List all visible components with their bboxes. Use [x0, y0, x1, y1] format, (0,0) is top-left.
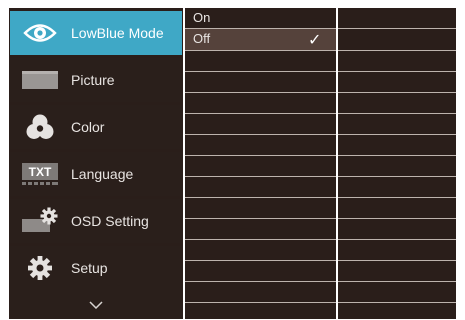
row-divider — [338, 50, 456, 51]
row-divider — [338, 92, 456, 93]
scroll-down-button[interactable] — [10, 290, 182, 319]
chevron-down-icon — [89, 296, 103, 314]
empty-option-row — [185, 93, 336, 114]
language-icon-text: TXT — [29, 165, 52, 179]
menu-item-label: Color — [71, 119, 105, 135]
row-divider — [338, 281, 456, 282]
menu-item-label: LowBlue Mode — [71, 25, 164, 41]
row-divider — [338, 155, 456, 156]
empty-option-row — [185, 198, 336, 219]
menu-item-label: Picture — [71, 72, 115, 88]
eye-icon — [20, 19, 60, 47]
empty-option-row — [185, 135, 336, 156]
row-divider — [338, 239, 456, 240]
option-on[interactable]: On — [185, 8, 336, 29]
empty-option-row — [185, 51, 336, 72]
row-divider — [338, 71, 456, 72]
options-panel: On Off ✓ — [185, 8, 336, 319]
menu-item-lowblue-mode[interactable]: LowBlue Mode — [10, 11, 182, 55]
color-icon — [20, 113, 60, 141]
language-icon: TXT — [20, 160, 60, 188]
empty-option-row — [185, 261, 336, 282]
empty-option-row — [185, 219, 336, 240]
row-divider — [338, 28, 456, 29]
menu-item-color[interactable]: Color — [10, 105, 182, 149]
empty-option-row — [185, 156, 336, 177]
osd-menu: LowBlue Mode Picture Color TXT Language … — [9, 8, 456, 319]
empty-option-row — [185, 240, 336, 261]
empty-option-row — [185, 72, 336, 93]
row-divider — [338, 113, 456, 114]
menu-item-label: OSD Setting — [71, 213, 149, 229]
main-menu: LowBlue Mode Picture Color TXT Language … — [9, 8, 183, 319]
suboptions-panel — [338, 8, 456, 319]
menu-item-label: Language — [71, 166, 134, 182]
gear-icon — [20, 254, 60, 282]
row-divider — [338, 197, 456, 198]
empty-option-row — [185, 177, 336, 198]
osd-setting-icon — [20, 207, 60, 235]
check-icon: ✓ — [308, 32, 322, 49]
menu-item-picture[interactable]: Picture — [10, 58, 182, 102]
option-label: On — [193, 10, 211, 25]
row-divider — [338, 260, 456, 261]
menu-item-osd-setting[interactable]: OSD Setting — [10, 199, 182, 243]
menu-item-language[interactable]: TXT Language — [10, 152, 182, 196]
menu-item-label: Setup — [71, 260, 108, 276]
row-divider — [338, 134, 456, 135]
option-label: Off — [193, 31, 211, 46]
row-divider — [338, 218, 456, 219]
empty-option-row — [185, 114, 336, 135]
picture-icon — [20, 66, 60, 94]
empty-option-row — [185, 282, 336, 303]
option-off[interactable]: Off ✓ — [185, 29, 336, 51]
row-divider — [338, 176, 456, 177]
menu-item-setup[interactable]: Setup — [10, 246, 182, 290]
row-divider — [338, 302, 456, 303]
